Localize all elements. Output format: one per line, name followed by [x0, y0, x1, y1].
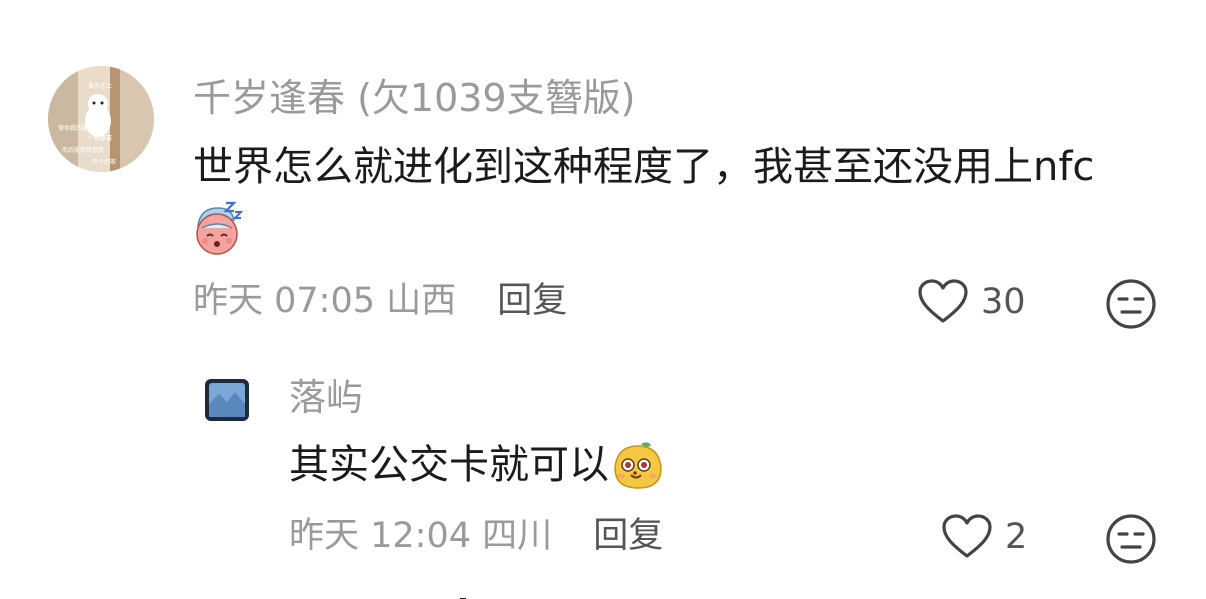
dislike-button[interactable]	[1105, 278, 1157, 330]
sleepy-face-emoji	[188, 200, 246, 258]
replier-username[interactable]: 落屿	[289, 374, 363, 422]
reply-date: 昨天 12:04	[289, 516, 471, 556]
avatar-caption-2: 保佑我的朋友们	[58, 124, 100, 132]
avatar-image	[191, 364, 263, 436]
like-count: 30	[981, 282, 1026, 322]
avatar-image: 黄天在上 保佑我的朋友们 一夜暴富 而后能用我狠狠 开个奶茶	[48, 66, 154, 172]
commenter-username[interactable]: 千岁逢春 (欠1039支簪版)	[193, 74, 635, 122]
unamused-face-icon	[1106, 279, 1156, 329]
next-comment-peek	[380, 590, 500, 599]
reply-meta: 昨天 12:04 四川 回复	[289, 513, 663, 559]
comment-meta: 昨天 07:05 山西 回复	[193, 278, 567, 324]
like-button[interactable]: 2	[941, 511, 1027, 563]
heart-outline-icon	[942, 514, 992, 558]
avatar-caption-5: 开个奶茶	[92, 158, 116, 166]
reply-location: 四川	[482, 516, 553, 556]
comment-date: 昨天 07:05	[193, 281, 375, 321]
avatar-caption-3: 一夜暴富	[88, 134, 112, 142]
avatar-caption-4: 而后能用我狠狠	[62, 146, 104, 154]
reply-button[interactable]: 回复	[593, 516, 663, 556]
reply-text-row: 其实公交卡就可以	[289, 438, 665, 492]
heart-outline-icon	[918, 279, 968, 323]
mango-face-emoji	[614, 442, 662, 489]
unamused-face-icon	[1106, 514, 1156, 564]
replier-avatar[interactable]	[191, 364, 263, 436]
like-count: 2	[1005, 517, 1028, 557]
avatar-caption-1: 黄天在上	[88, 82, 112, 90]
reply-button[interactable]: 回复	[497, 281, 567, 321]
like-button[interactable]: 30	[917, 276, 1026, 328]
reply-text: 其实公交卡就可以	[289, 442, 609, 488]
dislike-button[interactable]	[1105, 513, 1157, 565]
comment-location: 山西	[386, 281, 457, 321]
comment-text: 世界怎么就进化到这种程度了，我甚至还没用上nfc	[193, 144, 1095, 190]
commenter-avatar[interactable]: 黄天在上 保佑我的朋友们 一夜暴富 而后能用我狠狠 开个奶茶	[48, 66, 154, 172]
